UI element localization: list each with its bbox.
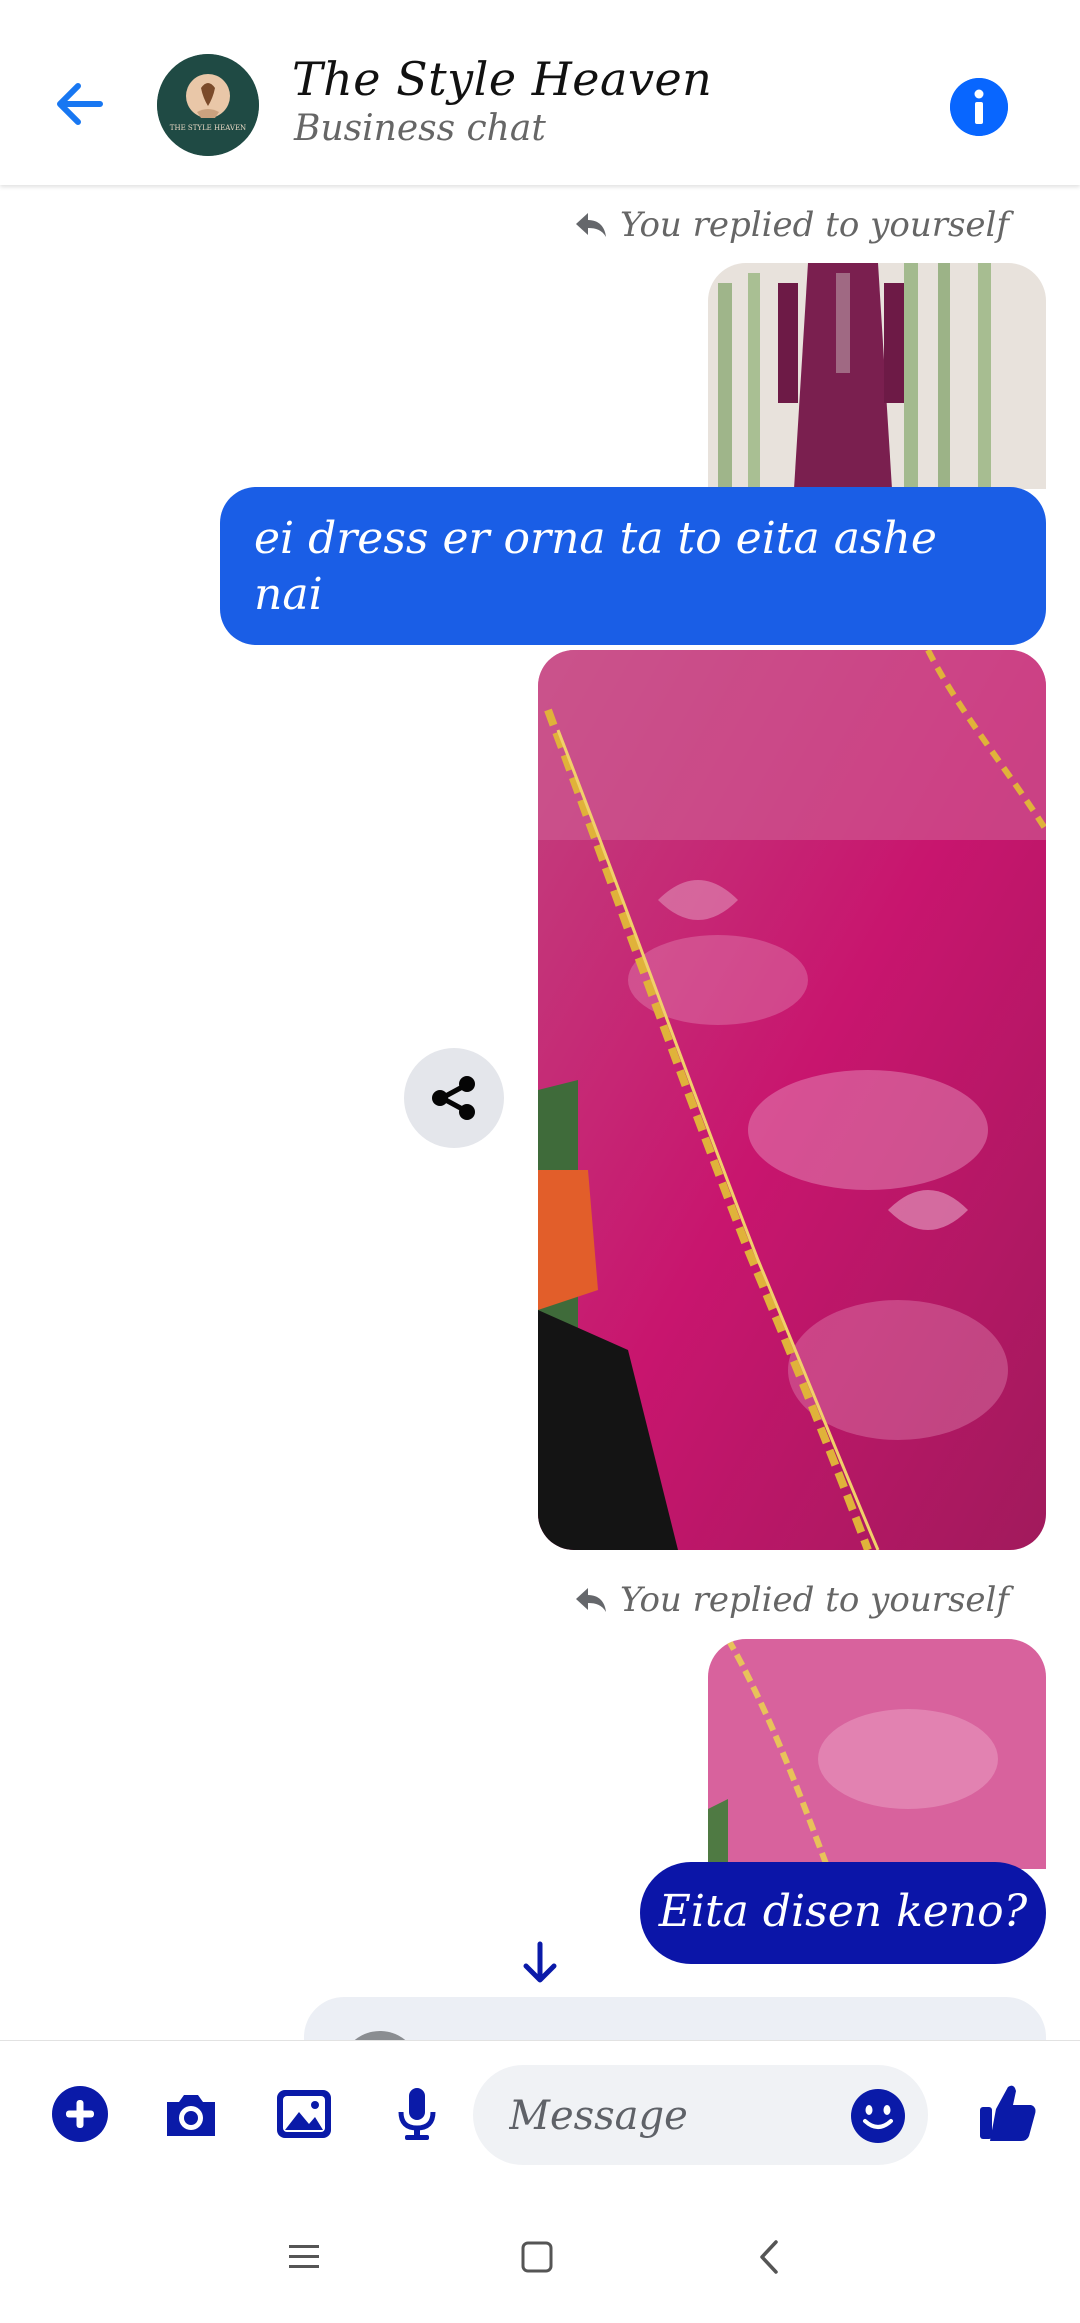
logo-icon [157, 54, 259, 156]
home-icon[interactable] [512, 2232, 562, 2282]
camera-icon[interactable] [161, 2084, 221, 2144]
avatar-label: THE STYLE HEAVEN [169, 124, 247, 132]
chat-title[interactable]: The Style Heaven [292, 52, 712, 106]
reply-note-text: You replied to yourself [619, 1580, 1009, 1620]
info-icon[interactable] [950, 78, 1008, 136]
avatar[interactable]: THE STYLE HEAVEN [157, 54, 259, 156]
message-bubble[interactable]: Eita disen keno? [640, 1862, 1046, 1964]
dress-photo [708, 263, 1046, 489]
back-nav-icon[interactable] [745, 2232, 795, 2282]
dupatta-photo [538, 650, 1046, 1550]
share-icon [432, 1076, 475, 1120]
chat-header: THE STYLE HEAVEN The Style Heaven Busine… [0, 0, 1080, 185]
replied-image-thumbnail[interactable] [708, 263, 1046, 489]
system-navigation-bar [0, 2190, 1080, 2323]
reply-icon [575, 213, 606, 237]
emoji-icon[interactable] [849, 2087, 907, 2145]
reply-icon [575, 1588, 606, 1612]
reply-note: You replied to yourself [574, 1580, 1009, 1620]
message-input-container[interactable] [473, 2065, 928, 2165]
gallery-icon[interactable] [274, 2084, 334, 2144]
reply-note: You replied to yourself [574, 205, 1009, 245]
message-photo[interactable] [538, 650, 1046, 1550]
message-input[interactable] [507, 2091, 831, 2141]
dupatta-thumbnail [708, 1639, 1046, 1869]
replied-image-thumbnail[interactable] [708, 1639, 1046, 1869]
scroll-down-icon[interactable] [518, 1940, 562, 1986]
chat-subtitle: Business chat [294, 108, 546, 149]
reply-note-text: You replied to yourself [619, 205, 1009, 245]
share-button[interactable] [404, 1048, 504, 1148]
message-composer [0, 2040, 1080, 2191]
recent-apps-icon[interactable] [279, 2232, 329, 2282]
like-icon[interactable] [976, 2079, 1040, 2143]
back-arrow-icon[interactable] [48, 72, 112, 136]
plus-icon[interactable] [50, 2084, 110, 2144]
message-bubble[interactable]: ei dress er orna ta to eita ashe nai [220, 487, 1046, 645]
microphone-icon[interactable] [387, 2084, 447, 2144]
